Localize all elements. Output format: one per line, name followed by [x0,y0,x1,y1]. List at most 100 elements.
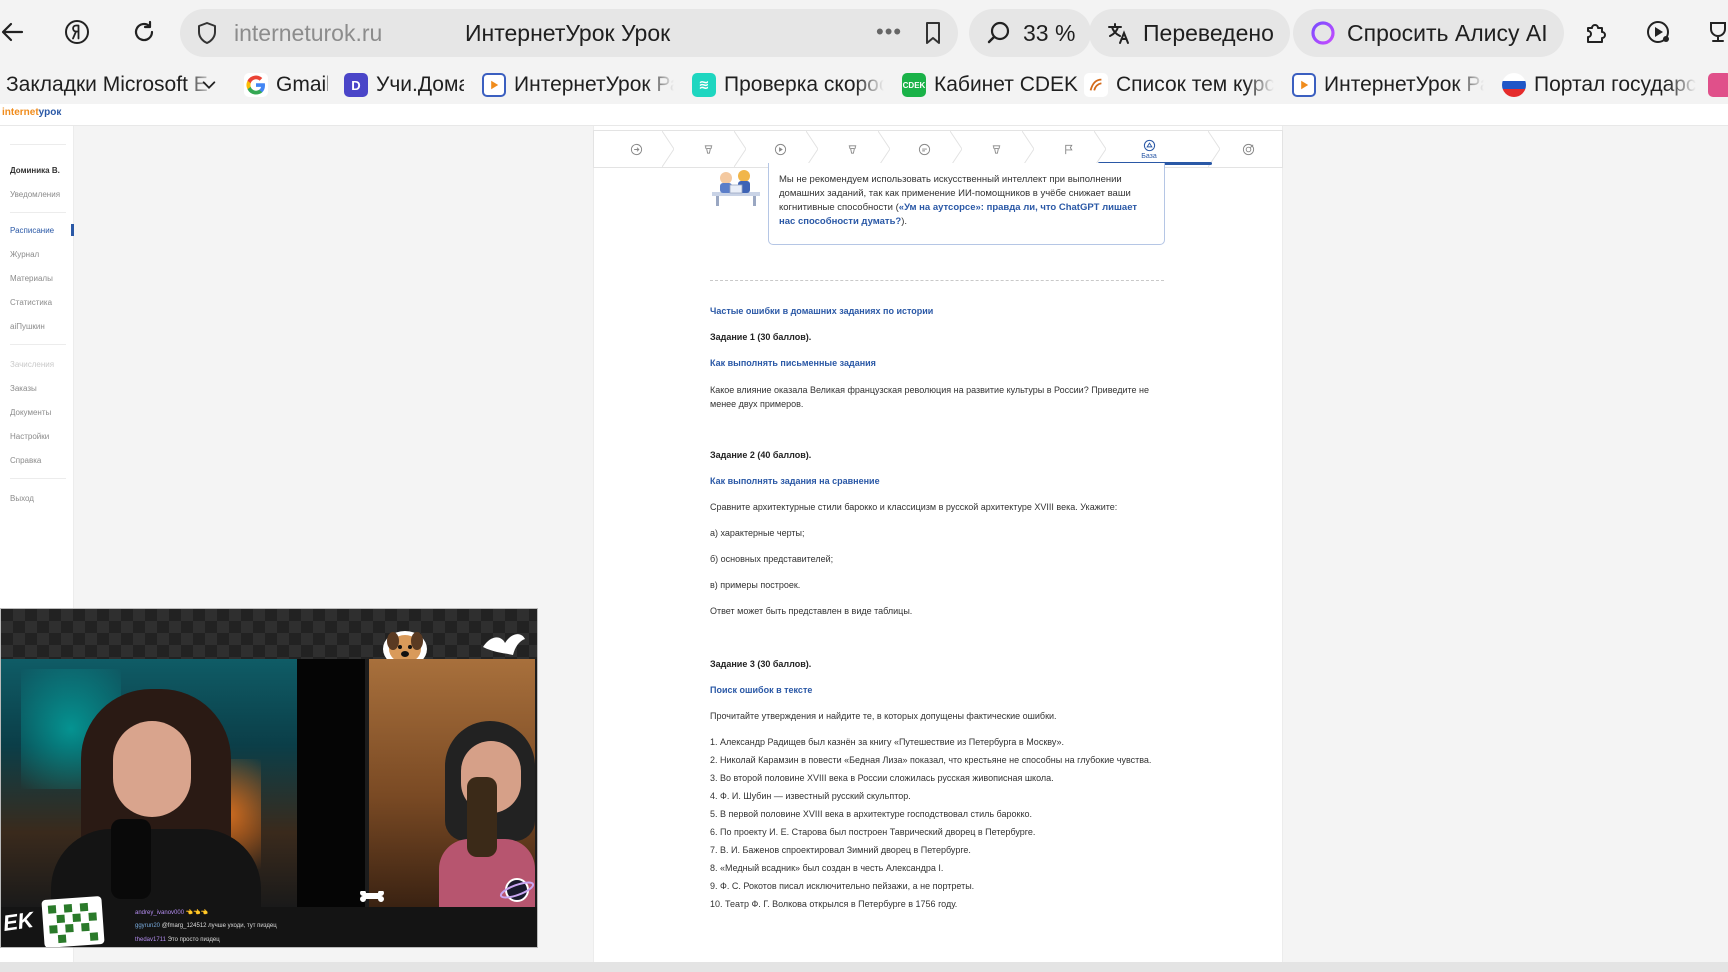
task2-howto-link[interactable]: Как выполнять задания на сравнение [710,476,880,486]
bird-sticker-icon [483,634,525,655]
zoom-button[interactable]: 33 % [969,9,1092,57]
bookmark-gosuslugi[interactable]: Портал государс [1502,71,1696,99]
step-trainer-1[interactable] [694,131,722,167]
bookmark-folder[interactable]: Закладки Microsoft E [6,71,214,99]
app-icon [1708,73,1728,97]
ask-alice-button[interactable]: Спросить Алису AI [1293,9,1564,57]
bookmark-cdek[interactable]: CDEK Кабинет CDEK [902,71,1082,99]
sidebar-item-settings[interactable]: Настройки [10,432,49,441]
task2-item-b: б) основных представителей; [710,554,834,564]
list-item: 4. Ф. И. Шубин — известный русский скуль… [710,791,911,801]
site-logo[interactable]: internetурок [2,107,61,118]
task3-howto-link[interactable]: Поиск ошибок в тексте [710,685,812,695]
planet-sticker-icon [499,878,535,902]
uchi-icon: D [344,73,368,97]
bookmark-label: Gmail [276,73,328,96]
sidebar-item-documents[interactable]: Документы [10,408,51,417]
task2-note: Ответ может быть представлен в виде табл… [710,606,913,616]
divider [710,280,1164,281]
sidebar-item-orders[interactable]: Заказы [10,384,37,393]
step-base-label: База [1141,152,1157,160]
media-icon[interactable] [1640,14,1676,50]
sidebar-item-exit[interactable]: Выход [10,494,34,503]
bone-sticker-icon [360,891,384,902]
page-title[interactable]: ИнтернетУрок Урок [465,20,670,47]
browser-toolbar: interneturok.ru ИнтернетУрок Урок ••• 33… [0,0,1728,66]
bookmark-overflow[interactable] [1708,71,1728,99]
play-icon [482,73,506,97]
translate-icon [1108,23,1129,44]
step-chat[interactable] [910,131,938,167]
bookmark-interneturok[interactable]: ИнтернетУрок Ра [482,71,674,99]
site-header: internetурок [0,104,1728,126]
translated-button[interactable]: Переведено [1089,9,1290,57]
cdek-icon: CDEK [902,73,926,97]
task3-title: Задание 3 (30 баллов). [710,659,812,669]
step-separator [806,131,818,167]
ai-warning-tip: Мы не рекомендуем использовать искусстве… [768,163,1165,245]
step-test[interactable] [1054,131,1082,167]
translated-label: Переведено [1143,19,1274,46]
bookmark-icon[interactable] [920,20,946,46]
bookmark-gmail[interactable]: Gmail [244,71,328,99]
list-item: 8. «Медный всадник» был создан в честь А… [710,863,944,873]
step-trainer-2[interactable] [838,131,866,167]
sidebar-item-aipushkin[interactable]: aiПушкин [10,322,45,331]
bookmark-topics[interactable]: Список тем курса [1084,71,1274,99]
base-icon [1143,139,1155,151]
back-arrow-icon[interactable] [0,14,30,50]
sidebar-item-help[interactable]: Справка [10,456,41,465]
qr-code [41,895,105,947]
cup-icon[interactable] [1700,14,1728,50]
bookmark-uchi[interactable]: D Учи.Дома [344,71,464,99]
sidebar-user[interactable]: Доминика В. [10,166,60,175]
google-icon [244,73,268,97]
stream-logo: EK [1,906,36,937]
address-bar[interactable]: interneturok.ru ИнтернетУрок Урок ••• [180,9,958,57]
more-icon[interactable]: ••• [876,19,902,45]
step-separator [662,131,674,167]
stream-video-overlay[interactable]: EK andrey_ivanov000 👈👈👈 ggyrun20 @fmarg_… [0,608,538,948]
target-icon [1242,143,1254,155]
section-title-link[interactable]: Частые ошибки в домашних заданиях по ист… [710,306,933,316]
flag-icon [1064,144,1073,154]
shield-icon[interactable] [194,20,220,46]
step-result[interactable] [1234,131,1262,167]
task2-item-c: в) примеры построек. [710,580,801,590]
sidebar-item-enrollment[interactable]: Зачисления [10,360,54,369]
yandex-icon[interactable] [59,14,95,50]
step-trainer-3[interactable] [982,131,1010,167]
sidebar-item-statistics[interactable]: Статистика [10,298,52,307]
url-domain[interactable]: interneturok.ru [234,20,382,47]
alice-label: Спросить Алису AI [1347,19,1548,46]
task1-text: Какое влияние оказала Великая французска… [710,385,1149,409]
step-video[interactable] [766,131,794,167]
stream-frame-top [1,609,537,659]
list-item: 9. Ф. С. Рокотов писал исключительно пей… [710,881,975,891]
dumbbell-icon [992,144,1000,154]
list-item: 3. Во второй половине XVIII века в Росси… [710,773,1054,783]
list-item: 2. Николай Карамзин в повести «Бедная Ли… [710,755,1152,765]
task3-text: Прочитайте утверждения и найдите те, в к… [710,711,1057,721]
dumbbell-icon [848,144,856,154]
step-separator [950,131,962,167]
sidebar-item-notifications[interactable]: Уведомления [10,190,60,199]
webcam-left [1,659,297,907]
bookmark-interneturok-2[interactable]: ИнтернетУрок Ра [1292,71,1484,99]
search-zoom-icon [987,21,1010,44]
task2-text: Сравните архитектурные стили барокко и к… [710,502,1118,512]
reload-icon[interactable] [126,14,162,50]
bookmark-speedtest[interactable]: ≋ Проверка скорос [692,71,884,99]
zoom-level: 33 % [1023,19,1076,46]
list-item: 1. Александр Радищев был казнён за книгу… [710,737,1064,747]
sidebar-item-schedule[interactable]: Расписание [10,226,54,235]
chevron-down-icon[interactable] [200,71,222,99]
bookmarks-bar: Закладки Microsoft E Gmail D Учи.Дома Ин… [0,66,1728,104]
sidebar-item-materials[interactable]: Материалы [10,274,53,283]
extensions-icon[interactable] [1578,14,1614,50]
step-intro[interactable] [622,131,650,167]
arrow-circle-icon [630,143,642,155]
sidebar-item-journal[interactable]: Журнал [10,250,39,259]
task1-howto-link[interactable]: Как выполнять письменные задания [710,358,876,368]
chat-message: ggyrun20 @fmarg_124512 лучше уходи, тут … [135,923,277,929]
